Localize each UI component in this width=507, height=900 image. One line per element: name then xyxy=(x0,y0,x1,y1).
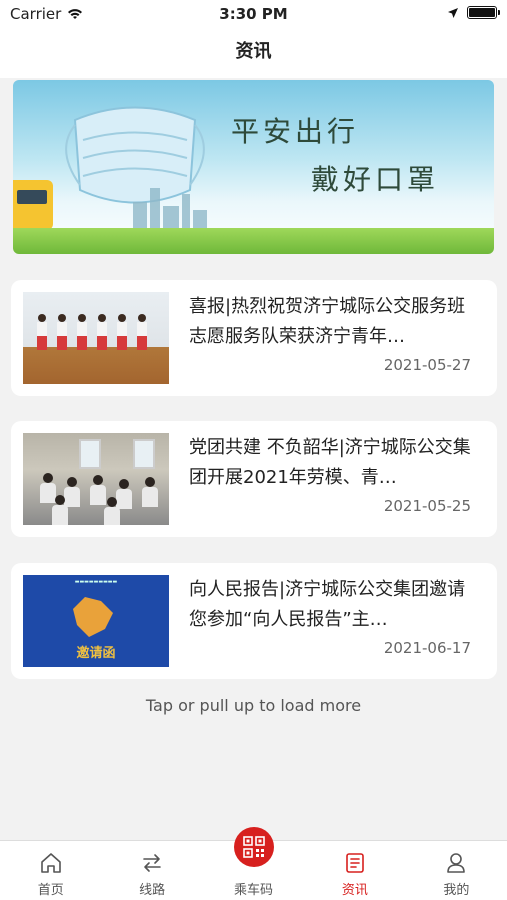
tab-routes[interactable]: 线路 xyxy=(101,841,202,900)
banner-subheadline: 戴好口罩 xyxy=(311,163,440,196)
news-title: 喜报|热烈祝贺济宁城际公交服务班志愿服务队荣获济宁青年… xyxy=(189,296,466,347)
news-date: 2021-05-27 xyxy=(383,356,471,374)
promo-banner[interactable]: 平安出行 戴好口罩 xyxy=(13,80,494,254)
ride-code-button[interactable] xyxy=(233,827,274,867)
qr-code-icon xyxy=(242,836,265,858)
battery-icon xyxy=(467,6,500,19)
tab-label: 线路 xyxy=(139,883,166,898)
thumbnail-invitation-text: 邀请函 xyxy=(76,646,116,661)
tab-home[interactable]: 首页 xyxy=(0,841,101,900)
tab-label: 资讯 xyxy=(341,883,368,898)
news-thumbnail xyxy=(23,292,169,384)
map-shape xyxy=(73,597,113,637)
news-date: 2021-06-17 xyxy=(383,639,471,657)
news-icon xyxy=(346,853,364,873)
tab-label: 首页 xyxy=(37,883,64,898)
news-thumbnail xyxy=(23,433,169,525)
tab-label: 乘车码 xyxy=(234,883,274,898)
tab-profile[interactable]: 我的 xyxy=(406,841,507,900)
news-title: 向人民报告|济宁城际公交集团邀请您参加“向人民报告”主… xyxy=(189,579,466,630)
city-skyline xyxy=(133,188,207,232)
thumbnail-header-lines: ▬▬▬▬▬▬▬▬▬ xyxy=(74,579,118,585)
page-title: 资讯 xyxy=(235,41,272,62)
news-item[interactable]: ▬▬▬▬▬▬▬▬▬ 邀请函 向人民报告|济宁城际公交集团邀请您参加“向人民报告”… xyxy=(11,563,497,679)
news-date: 2021-05-25 xyxy=(383,497,471,515)
location-arrow-icon xyxy=(448,7,458,18)
home-icon xyxy=(40,853,61,873)
bus-illustration xyxy=(13,180,53,230)
status-time: 3:30 PM xyxy=(219,5,288,23)
news-item[interactable]: 喜报|热烈祝贺济宁城际公交服务班志愿服务队荣获济宁青年… 2021-05-27 xyxy=(11,280,497,396)
tab-news[interactable]: 资讯 xyxy=(304,841,405,900)
news-thumbnail: ▬▬▬▬▬▬▬▬▬ 邀请函 xyxy=(23,575,169,667)
status-bar: Carrier 3:30 PM xyxy=(0,0,507,30)
tab-label: 我的 xyxy=(443,883,470,898)
grass-strip xyxy=(13,228,494,254)
status-right xyxy=(447,6,500,19)
nav-bar: 资讯 xyxy=(0,30,507,78)
news-item[interactable]: 党团共建 不负韶华|济宁城际公交集团开展2021年劳模、青… 2021-05-2… xyxy=(11,421,497,537)
profile-icon xyxy=(447,853,466,873)
tab-bar: 首页 线路 乘车码 资讯 我的 xyxy=(0,827,507,900)
load-more-hint[interactable]: Tap or pull up to load more xyxy=(0,696,507,715)
route-icon xyxy=(143,854,161,872)
banner-headline: 平安出行 xyxy=(231,115,360,148)
tab-ride-code[interactable]: 乘车码 xyxy=(203,827,304,900)
news-title: 党团共建 不负韶华|济宁城际公交集团开展2021年劳模、青… xyxy=(189,437,471,488)
